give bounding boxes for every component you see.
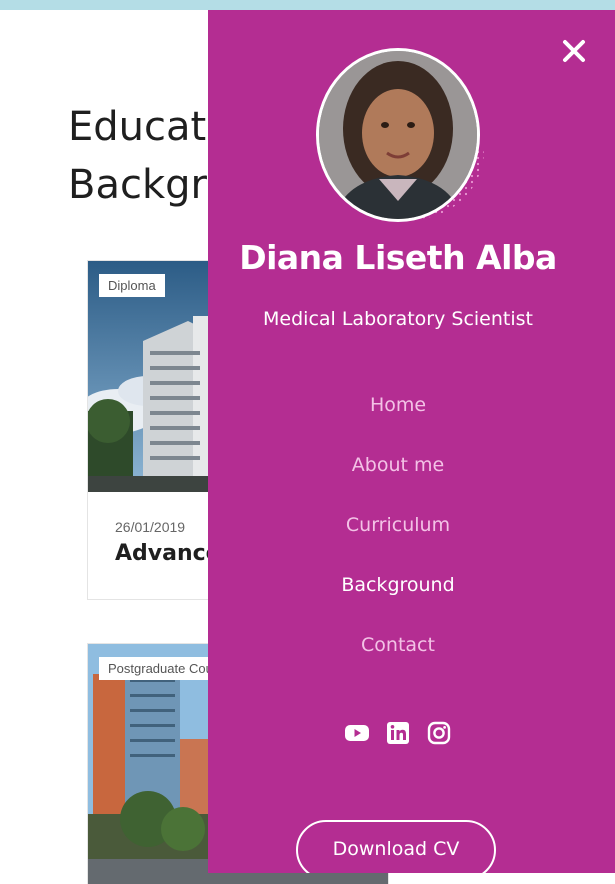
- linkedin-icon[interactable]: [385, 720, 411, 746]
- profile-role: Medical Laboratory Scientist: [263, 308, 533, 330]
- youtube-icon[interactable]: [344, 720, 370, 746]
- slide-out-menu: Diana Liseth Alba Medical Laboratory Sci…: [208, 10, 615, 873]
- instagram-icon[interactable]: [426, 720, 452, 746]
- nav-item-background[interactable]: Background: [208, 570, 588, 630]
- close-icon[interactable]: [561, 38, 587, 64]
- nav-item-about-me[interactable]: About me: [208, 450, 588, 510]
- nav-item-contact[interactable]: Contact: [208, 630, 588, 690]
- social-links: [208, 720, 588, 746]
- nav-item-home[interactable]: Home: [208, 390, 588, 450]
- profile-avatar-wrap: [316, 48, 484, 228]
- menu-nav: Home About me Curriculum Background Cont…: [208, 390, 588, 690]
- profile-name: Diana Liseth Alba: [239, 238, 557, 277]
- avatar: [316, 48, 480, 222]
- download-cv-button[interactable]: Download CV: [296, 820, 496, 873]
- top-strip: [0, 0, 615, 10]
- nav-item-curriculum[interactable]: Curriculum: [208, 510, 588, 570]
- card-date: 26/01/2019: [115, 519, 186, 535]
- card-badge: Diploma: [99, 274, 165, 297]
